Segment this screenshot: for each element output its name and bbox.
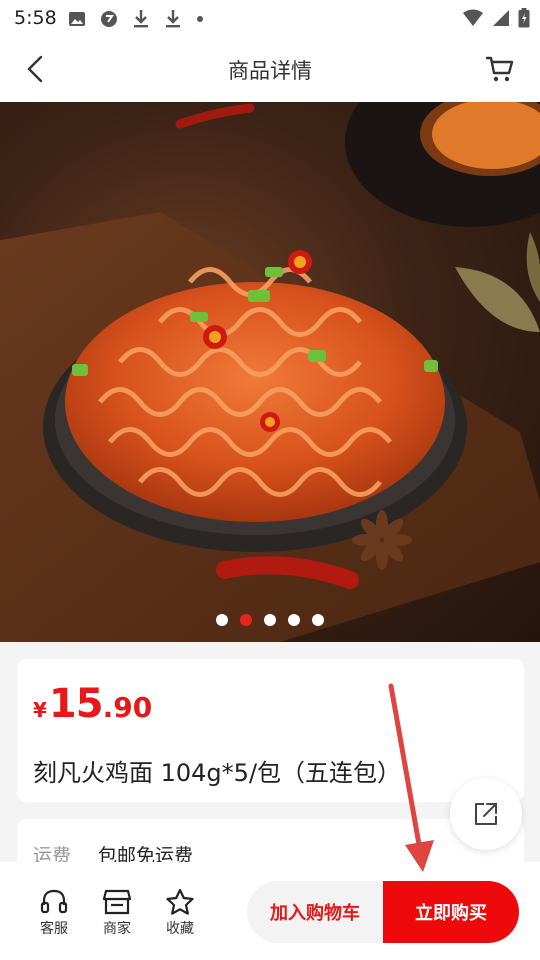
download-icon	[166, 10, 180, 28]
currency-symbol: ¥	[33, 698, 47, 722]
tab-customer-service[interactable]: 客服	[29, 888, 79, 938]
product-price: ¥ 15 .90	[33, 681, 152, 727]
tab-label: 商家	[103, 921, 131, 937]
tab-label: 收藏	[166, 921, 194, 937]
share-icon	[475, 803, 497, 825]
product-name: 刻凡火鸡面 104g*5/包（五连包）	[33, 759, 402, 787]
cart-button[interactable]	[482, 51, 518, 87]
app-notification-icon	[101, 11, 117, 27]
carousel-dot[interactable]	[240, 614, 252, 626]
status-bar: 5:58	[0, 0, 540, 36]
dot-icon	[197, 16, 203, 22]
buy-now-button[interactable]: 立即购买	[383, 881, 519, 943]
price-decimal: .90	[102, 691, 153, 724]
status-time: 5:58	[14, 7, 57, 29]
top-nav-bar: 商品详情	[0, 36, 540, 103]
wifi-icon	[463, 9, 483, 26]
page-title: 商品详情	[228, 59, 312, 83]
store-icon	[102, 889, 132, 915]
battery-icon	[518, 8, 530, 28]
tab-favorite[interactable]: 收藏	[155, 888, 205, 938]
image-icon	[69, 12, 85, 26]
status-notification-icons	[68, 9, 204, 29]
status-system-icons	[462, 8, 530, 28]
bottom-action-bar: 客服 商家 收藏 加入购物车 立即购买	[0, 862, 540, 960]
carousel-dot[interactable]	[216, 614, 228, 626]
product-photo	[0, 102, 540, 642]
headset-icon	[40, 889, 68, 914]
tab-store[interactable]: 商家	[92, 888, 142, 938]
download-icon	[134, 10, 148, 28]
product-info-card: ¥ 15 .90 刻凡火鸡面 104g*5/包（五连包）	[17, 659, 524, 802]
share-button[interactable]	[450, 778, 522, 850]
star-icon	[166, 888, 194, 915]
price-integer: 15	[48, 681, 104, 727]
signal-icon	[493, 10, 509, 26]
carousel-dot[interactable]	[312, 614, 324, 626]
carousel-dot[interactable]	[288, 614, 300, 626]
carousel-indicator	[0, 614, 540, 626]
add-to-cart-button[interactable]: 加入购物车	[247, 881, 383, 943]
shopping-cart-icon	[485, 56, 514, 82]
carousel-dot[interactable]	[264, 614, 276, 626]
product-image-carousel[interactable]	[0, 102, 540, 642]
tab-label: 客服	[40, 921, 68, 937]
